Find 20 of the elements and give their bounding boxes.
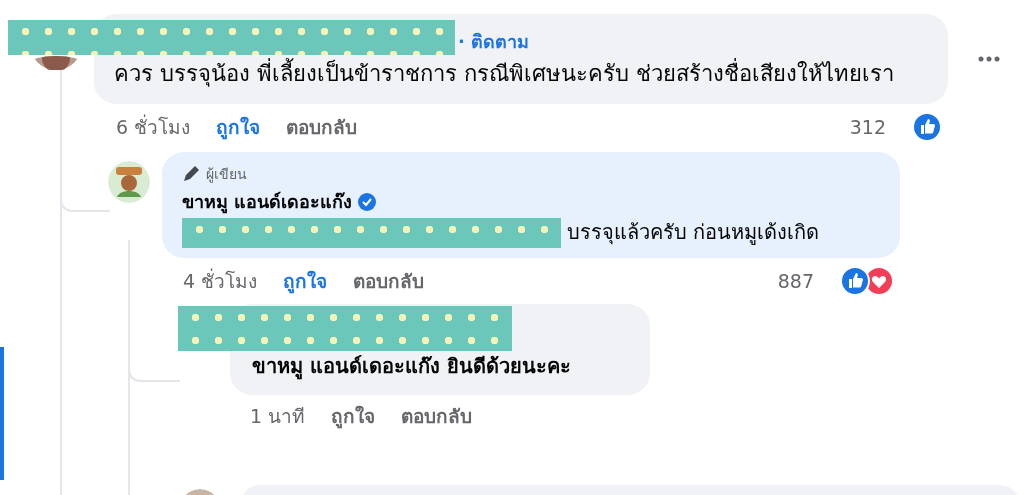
reaction-count: 887 [777,269,814,292]
comment-text: ขาหมู แอนด์เดอะแก๊ง ยินดีด้วยนะคะ [252,352,572,381]
comment-text: บรรจุแล้วครับ ก่อนหมูเด้งเกิด [567,219,820,247]
author-label: ผู้เขียน [206,164,247,185]
commenter-name[interactable]: ขาหมู แอนด์เดอะแก๊ง [182,187,353,216]
like-link[interactable]: ถูกใจ [283,265,328,296]
comment-time: 1 นาที [250,403,306,429]
avatar[interactable] [108,160,150,203]
pen-icon [182,164,200,183]
like-link[interactable]: ถูกใจ [331,400,376,431]
comment-time: 6 ชั่วโมง [116,113,191,140]
comment-time: 4 ชั่วโมง [183,267,258,294]
reply-link[interactable]: ตอบกลับ [286,111,358,142]
reaction-count: 312 [849,115,886,138]
like-link[interactable]: ถูกใจ [216,111,261,142]
reply-link[interactable]: ตอบกลับ [353,265,425,296]
follow-link[interactable]: · ติดตาม [458,28,530,56]
comment-text: ควร บรรจุน้อง พี่เลี้ยงเป็นข้าราชการ กรณีพิเศษนะครับ ช่วยสร้างชื่อเสียงให้ไทยเรา [114,58,928,90]
reply-link[interactable]: ตอบกลับ [401,400,473,431]
more-options-icon[interactable] [978,55,1000,62]
